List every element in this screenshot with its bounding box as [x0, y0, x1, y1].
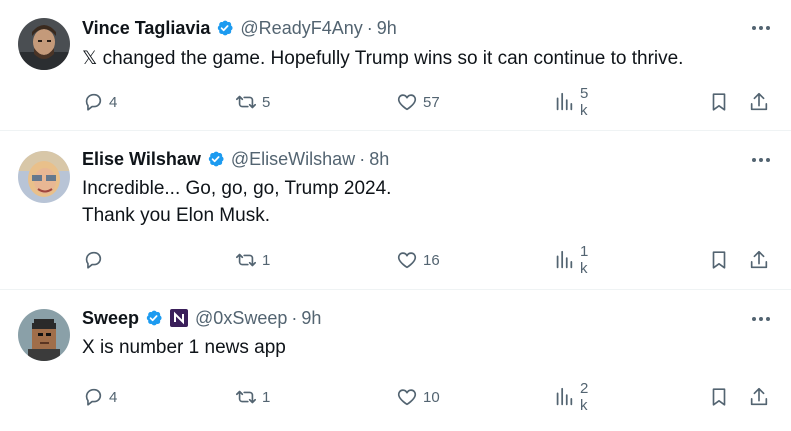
tweet-header: Elise Wilshaw @EliseWilshaw · 8h	[82, 147, 389, 171]
display-name[interactable]: Vince Tagliavia	[82, 18, 210, 39]
views-icon	[556, 387, 573, 406]
reply-button[interactable]	[82, 248, 109, 272]
more-icon[interactable]	[749, 16, 773, 40]
retweet-count: 1	[262, 388, 271, 406]
retweet-icon	[236, 253, 256, 267]
separator: ·	[359, 148, 366, 169]
views-icon	[556, 250, 573, 269]
avatar[interactable]	[18, 309, 70, 361]
reply-icon	[85, 93, 102, 111]
share-button[interactable]	[748, 90, 770, 114]
like-icon	[397, 389, 417, 406]
share-button[interactable]	[748, 248, 770, 272]
like-button[interactable]: 57	[396, 90, 440, 114]
reply-icon	[85, 251, 102, 269]
retweet-button[interactable]: 5	[235, 90, 270, 114]
tweet-header: Vince Tagliavia @ReadyF4Any · 9h	[82, 16, 397, 40]
share-icon	[750, 387, 768, 406]
retweet-icon	[236, 390, 256, 404]
tweet-text: Incredible... Go, go, go, Trump 2024. Th…	[82, 178, 392, 226]
bookmark-icon	[712, 251, 726, 269]
bookmark-button[interactable]	[708, 90, 730, 114]
more-icon[interactable]	[749, 307, 773, 331]
share-button[interactable]	[748, 385, 770, 409]
views-button[interactable]: 2 k	[553, 380, 588, 414]
bookmark-icon	[712, 93, 726, 111]
tweet-text: X is number 1 news app	[82, 337, 286, 358]
more-icon[interactable]	[749, 148, 773, 172]
timestamp[interactable]: 9h	[301, 308, 321, 329]
display-name[interactable]: Sweep	[82, 308, 139, 329]
timestamp[interactable]: 9h	[377, 18, 397, 39]
retweet-count: 1	[262, 251, 271, 269]
retweet-count: 5	[262, 93, 271, 111]
views-count: 2 k	[580, 380, 589, 414]
bookmark-button[interactable]	[708, 385, 730, 409]
like-count: 10	[423, 388, 440, 406]
views-count: 5 k	[580, 85, 589, 119]
handle[interactable]: @ReadyF4Any	[240, 18, 362, 39]
verified-badge-icon	[214, 18, 234, 38]
avatar[interactable]	[18, 151, 70, 203]
views-button[interactable]: 1 k	[553, 243, 588, 277]
reply-count: 4	[109, 388, 118, 406]
separator: ·	[291, 307, 298, 328]
tweet[interactable]: Elise Wilshaw @EliseWilshaw · 8h Incredi…	[0, 131, 791, 290]
tweet[interactable]: Vince Tagliavia @ReadyF4Any · 9h 𝕏 chang…	[0, 0, 791, 131]
reply-icon	[85, 388, 102, 406]
like-icon	[397, 94, 417, 111]
views-button[interactable]: 5 k	[553, 85, 588, 119]
like-count: 16	[423, 251, 440, 269]
like-button[interactable]: 16	[396, 248, 440, 272]
separator: ·	[366, 17, 373, 38]
verified-badge-icon	[205, 149, 225, 169]
handle[interactable]: @0xSweep	[195, 308, 287, 329]
views-icon	[556, 92, 573, 111]
tweet[interactable]: Sweep @0xSweep · 9h X is number 1 news a…	[0, 290, 791, 431]
tweet-header: Sweep @0xSweep · 9h	[82, 306, 321, 330]
timestamp[interactable]: 8h	[369, 149, 389, 170]
avatar[interactable]	[18, 18, 70, 70]
affiliation-badge-icon[interactable]	[169, 308, 189, 328]
display-name[interactable]: Elise Wilshaw	[82, 149, 201, 170]
reply-button[interactable]: 4	[82, 385, 117, 409]
like-icon	[397, 252, 417, 269]
retweet-button[interactable]: 1	[235, 248, 270, 272]
retweet-icon	[236, 95, 256, 109]
verified-badge-icon	[143, 308, 163, 328]
tweet-text: 𝕏 changed the game. Hopefully Trump wins…	[82, 48, 684, 69]
like-button[interactable]: 10	[396, 385, 440, 409]
handle[interactable]: @EliseWilshaw	[231, 149, 355, 170]
share-icon	[750, 92, 768, 111]
reply-button[interactable]: 4	[82, 90, 117, 114]
views-count: 1 k	[580, 243, 589, 277]
bookmark-button[interactable]	[708, 248, 730, 272]
reply-count: 4	[109, 93, 118, 111]
retweet-button[interactable]: 1	[235, 385, 270, 409]
bookmark-icon	[712, 388, 726, 406]
like-count: 57	[423, 93, 440, 111]
share-icon	[750, 250, 768, 269]
